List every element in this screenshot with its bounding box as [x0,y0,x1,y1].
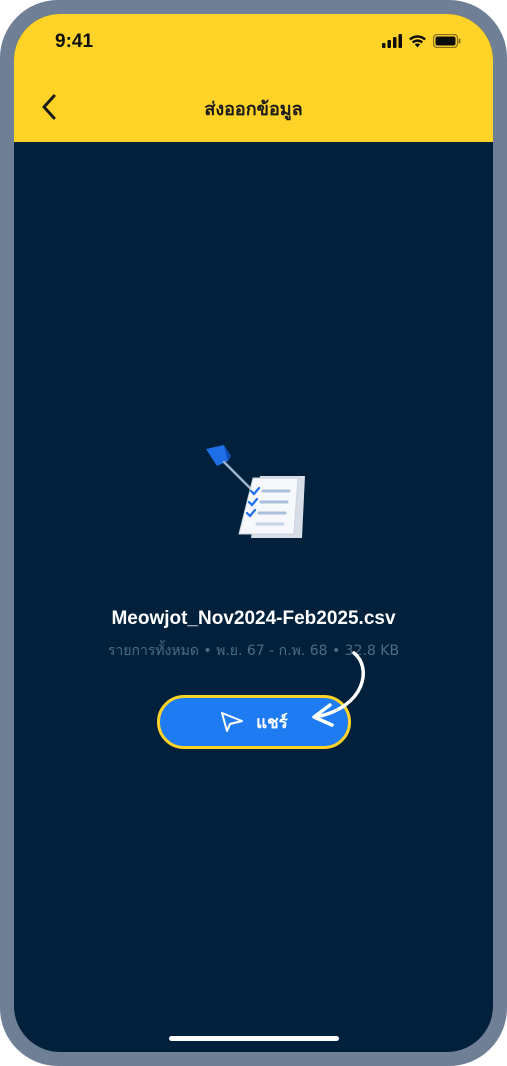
device-frame: 9:41 ส่งออกข้อมูล Meowjot_Nov2024-Feb202… [0,0,507,1066]
signal-icon [382,34,402,48]
status-icons [382,34,461,48]
status-time: 9:41 [55,31,94,52]
send-icon [221,712,244,732]
document-checklist-icon [206,445,305,538]
pointer-arrow-icon [312,651,365,727]
file-name: Meowjot_Nov2024-Feb2025.csv [111,608,396,629]
home-indicator [169,1036,339,1041]
battery-icon [433,34,461,48]
wifi-icon [409,35,426,48]
page-title: ส่งออกข้อมูล [204,99,303,120]
app-header: 9:41 ส่งออกข้อมูล [14,14,493,142]
app-screen: 9:41 ส่งออกข้อมูล Meowjot_Nov2024-Feb202… [14,14,493,1052]
share-label: แชร์ [256,712,288,733]
file-meta: รายการทั้งหมด • พ.ย. 67 - ก.พ. 68 • 32.8… [107,643,400,659]
